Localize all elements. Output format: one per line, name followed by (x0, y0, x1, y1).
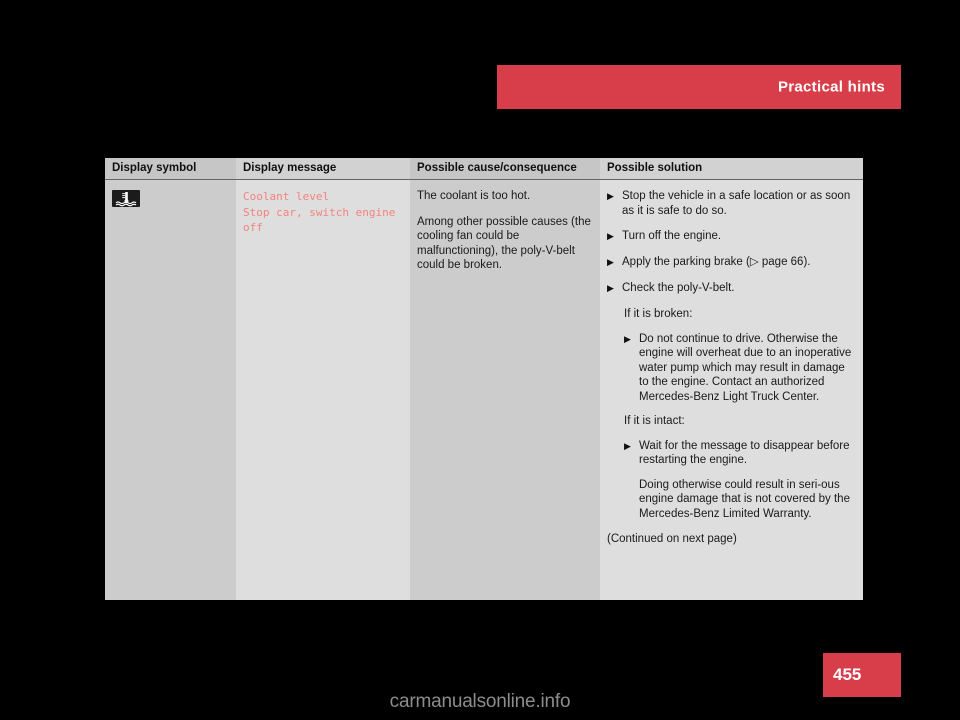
column-header-possible-cause: Possible cause/consequence (410, 158, 600, 180)
list-item: ▶ Apply the parking brake (▷ page 66). (607, 255, 855, 270)
solution-step-text: Stop the vehicle in a safe location or a… (622, 190, 851, 217)
page-title: Practical hints (777, 78, 885, 96)
page-number: 455 (833, 665, 862, 684)
solution-warranty-note: Doing otherwise could result in seri-ous… (639, 478, 850, 520)
list-item: ▶ Stop the vehicle in a safe location or… (607, 189, 855, 218)
column-header-display-symbol: Display symbol (105, 158, 236, 180)
cell-possible-cause: The coolant is too hot. Among other poss… (410, 179, 600, 600)
watermark: carmanualsonline.info (389, 691, 571, 712)
cell-display-message: Coolant level Stop car, switch engine of… (236, 179, 410, 600)
display-message-table: Display symbol Display message Possible … (105, 158, 863, 600)
continued-note: (Continued on next page) (607, 533, 737, 545)
table-row: Coolant level Stop car, switch engine of… (105, 179, 863, 600)
list-item: ▶ Wait for the message to disappear befo… (624, 439, 855, 468)
table-header-row: Display symbol Display message Possible … (105, 158, 863, 180)
triangle-bullet-icon: ▶ (607, 283, 614, 293)
triangle-bullet-icon: ▶ (607, 191, 614, 201)
list-item: ▶ Do not continue to drive. Otherwise th… (624, 332, 855, 405)
list-item: ▶ Turn off the engine. (607, 229, 855, 244)
triangle-bullet-icon: ▶ (607, 231, 614, 241)
solution-step-text: Check the poly-V-belt. (622, 282, 735, 294)
list-item: ▶ Check the poly-V-belt. (607, 281, 855, 296)
triangle-bullet-icon: ▶ (624, 333, 631, 344)
solution-step-text: Do not continue to drive. Otherwise the … (639, 332, 852, 403)
solution-step-text: Wait for the message to disappear before… (639, 439, 850, 467)
cell-possible-solution: ▶ Stop the vehicle in a safe location or… (600, 179, 863, 600)
cause-paragraph: Among other possible causes (the cooling… (417, 215, 591, 272)
triangle-bullet-icon: ▶ (607, 257, 614, 267)
column-header-display-message: Display message (236, 158, 410, 180)
coolant-temperature-warning-icon (112, 190, 140, 207)
cause-paragraph: The coolant is too hot. (417, 190, 531, 202)
solution-step-text: Apply the parking brake (▷ page 66). (622, 256, 811, 268)
header-banner: Practical hints (497, 65, 901, 109)
triangle-bullet-icon: ▶ (624, 440, 631, 451)
solution-subheading-intact: If it is intact: (624, 415, 685, 427)
column-header-possible-solution: Possible solution (600, 158, 863, 180)
solution-subheading-broken: If it is broken: (624, 308, 693, 320)
solution-step-text: Turn off the engine. (622, 230, 722, 242)
display-message-text: Coolant level Stop car, switch engine of… (243, 190, 396, 234)
cell-display-symbol (105, 179, 236, 600)
